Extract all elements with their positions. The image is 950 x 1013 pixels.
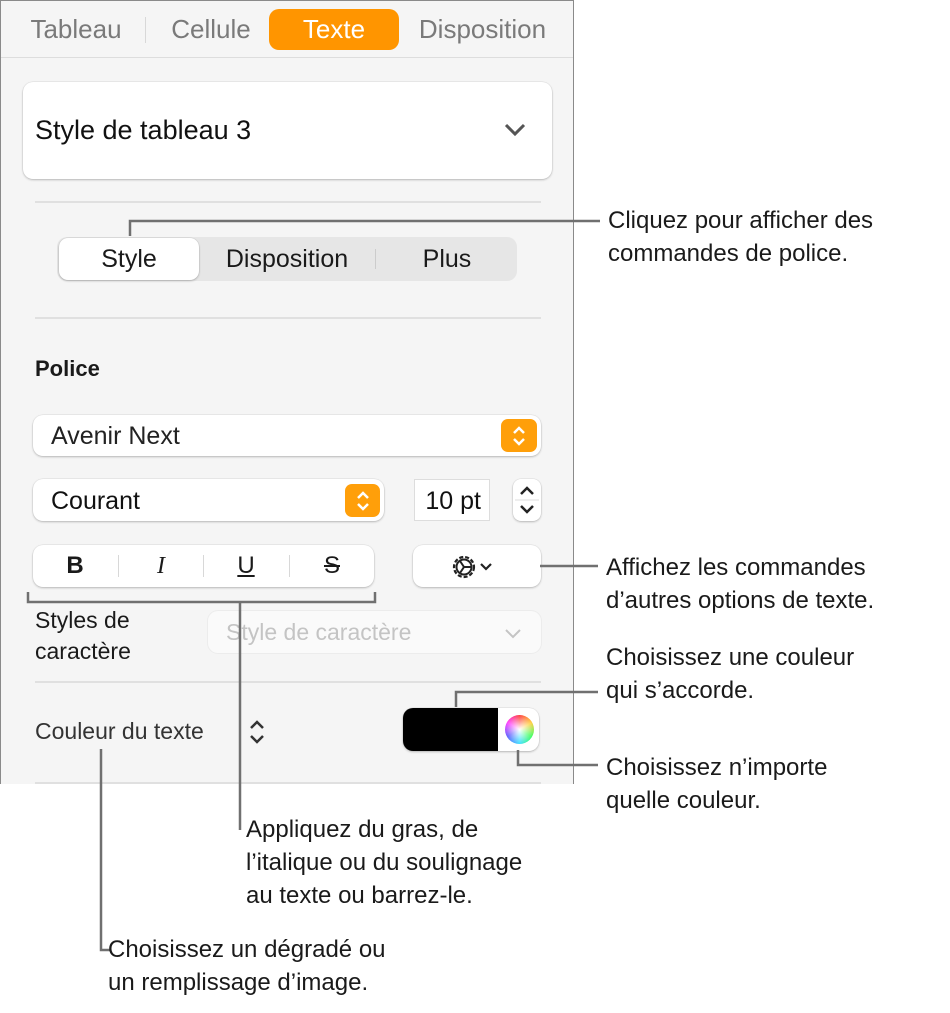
callout-fill: Choisissez un dégradé ou un remplissage d… xyxy=(108,936,386,996)
callout-color-well: Choisissez une couleur qui s’accorde. xyxy=(606,644,855,704)
callout-color-wheel: Choisissez n’importe quelle couleur. xyxy=(606,754,828,814)
callout-format: Appliquez du gras, de l’italique ou du so… xyxy=(246,816,523,909)
callout-style-tab: Cliquez pour afficher des commandes de po… xyxy=(608,207,874,267)
callout-gear: Affichez les commandes d’autres options d… xyxy=(606,554,875,614)
